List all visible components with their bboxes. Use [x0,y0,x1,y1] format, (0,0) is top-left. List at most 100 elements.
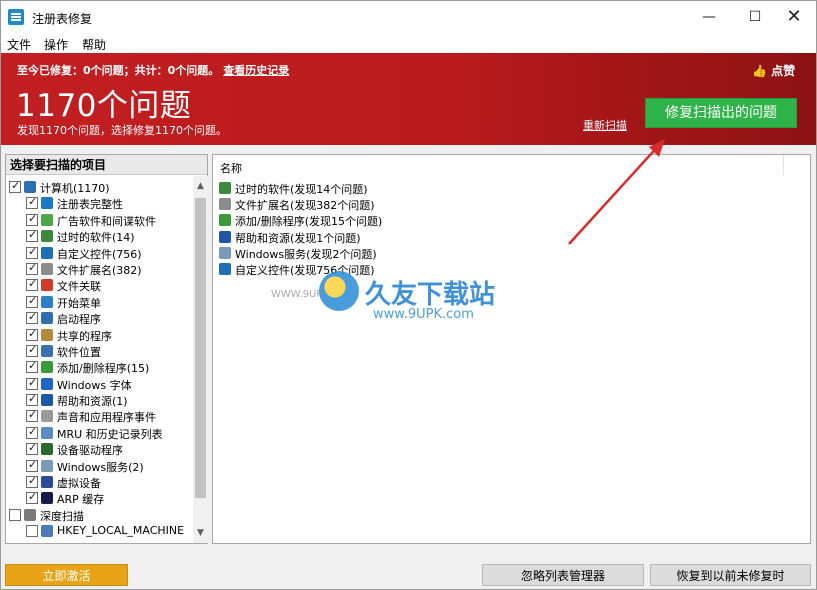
driver-icon [41,443,53,456]
watermark: WWW.9UPK.COM 久友下载站 www.9UPK.com [271,269,501,339]
tree-item[interactable]: 过时的软件(14) [6,228,192,244]
tree-item[interactable]: 设备驱动程序 [6,441,192,457]
watermark-logo-icon [319,271,359,311]
tree-item[interactable]: 帮助和资源(1) [6,392,192,408]
issue-subline: 发现1170个问题，选择修复1170个问题。 [17,124,227,137]
tree-item[interactable]: HKEY_LOCAL_MACHINE [6,523,192,539]
tree-item-label: 设备驱动程序 [57,444,123,458]
tree-item[interactable]: 文件扩展名(382) [6,261,192,277]
tree-item-label: MRU 和历史记录列表 [57,427,163,441]
tree-item[interactable]: 计算机(1170) [6,179,192,195]
scrollbar-thumb[interactable] [195,198,206,498]
tree-item-checkbox[interactable] [26,408,38,423]
menu-action[interactable]: 操作 [44,36,68,53]
network-icon [41,492,53,505]
result-label: 帮助和资源(发现1个问题) [235,231,361,245]
tree-item[interactable]: ARP 缓存 [6,490,192,506]
close-button[interactable]: ✕ [771,1,817,33]
result-label: Windows服务(发现2个问题) [235,247,377,261]
magnifier-icon [24,508,36,521]
folder-icon [41,344,53,357]
tree-item-label: 自定义控件(756) [57,247,142,261]
tree-item-label: 软件位置 [57,345,101,359]
tree-item-checkbox[interactable] [26,245,38,259]
tree-item-checkbox[interactable] [26,425,38,439]
tree-item-checkbox[interactable] [26,458,38,472]
tree-item-checkbox[interactable] [26,228,38,243]
name-column-header[interactable]: 名称 [220,160,242,176]
file-assoc-icon [41,279,53,292]
ignore-list-manager-button[interactable]: 忽略列表管理器 [482,564,644,586]
recycle-icon [41,361,53,374]
tree-item-checkbox[interactable] [26,261,38,275]
computer-icon [24,181,36,193]
tree-item[interactable]: 虚拟设备 [6,474,192,490]
tree-item[interactable]: 声音和应用程序事件 [6,408,192,424]
menu-help[interactable]: 帮助 [82,36,106,53]
activate-button[interactable]: 立即激活 [5,564,128,586]
repair-summary: 至今已修复：0个问题；共计：0个问题。 查看历史记录 [17,62,289,78]
scroll-up-arrow-icon[interactable]: ▲ [193,178,208,194]
history-icon [41,426,53,439]
like-button[interactable]: 👍 点赞 [752,62,795,79]
tree-item[interactable]: 开始菜单 [6,294,192,310]
tree-item[interactable]: Windows服务(2) [6,458,192,474]
tree-item-checkbox[interactable] [26,310,38,325]
tree-item-checkbox[interactable] [26,441,38,456]
registry-key-icon [41,525,53,538]
tree-item-checkbox[interactable] [9,179,21,193]
tree-item-label: Windows 字体 [57,378,132,392]
tree-item-checkbox[interactable] [26,327,38,341]
share-icon [41,328,53,341]
history-link[interactable]: 查看历史记录 [223,64,289,77]
tree-item-checkbox[interactable] [26,212,38,226]
tree-item-checkbox[interactable] [9,508,21,521]
tree-item[interactable]: 文件关联 [6,277,192,293]
scan-items-tree: 计算机(1170) 注册表完整性广告软件和间谍软件过时的软件(14) 自定义控件(7… [6,179,192,540]
tree-item-label: 启动程序 [57,313,101,327]
tree-item-checkbox[interactable] [26,525,38,538]
font-icon [41,377,53,390]
tree-item[interactable]: 广告软件和间谍软件 [6,212,192,228]
tree-item[interactable]: 启动程序 [6,310,192,326]
help-icon [41,394,53,407]
repair-summary-text: 至今已修复：0个问题；共计：0个问题。 [17,64,220,77]
results-panel: 名称 过时的软件(发现14个问题) 文件扩展名(发现382个问题) 添加/删除程序(… [212,154,811,544]
tree-item-checkbox[interactable] [26,277,38,292]
scan-items-panel: 选择要扫描的项目 计算机(1170) 注册表完整性广告软件和间谍软件过时的软件(1… [5,154,208,544]
tree-item-checkbox[interactable] [26,343,38,357]
tree-item[interactable]: 自定义控件(756) [6,245,192,261]
control-icon [219,262,231,275]
tree-item-checkbox[interactable] [26,474,38,489]
tree-item-label: 开始菜单 [57,296,101,310]
service-icon [219,246,231,259]
minimize-button[interactable]: — [686,1,732,33]
tree-item[interactable]: 注册表完整性 [6,195,192,211]
tree-item-checkbox[interactable] [26,359,38,374]
tree-item[interactable]: 共享的程序 [6,327,192,343]
tree-item[interactable]: Windows 字体 [6,376,192,392]
watermark-title: 久友下载站 [365,280,496,310]
restore-previous-button[interactable]: 恢复到以前未修复时 [650,564,811,586]
tree-item-checkbox[interactable] [26,195,38,210]
tree-scrollbar[interactable]: ▲ ▼ [193,176,208,543]
scan-summary-banner: 至今已修复：0个问题；共计：0个问题。 查看历史记录 1170个问题 发现1170… [1,53,816,145]
tree-item[interactable]: 软件位置 [6,343,192,359]
tree-item[interactable]: 添加/删除程序(15) [6,359,192,375]
tree-item-checkbox[interactable] [26,376,38,390]
tree-item-checkbox[interactable] [26,294,38,308]
column-divider [783,155,784,175]
tree-item[interactable]: MRU 和历史记录列表 [6,425,192,441]
shield-icon [41,213,53,226]
tree-item[interactable]: 深度扫描 [6,507,192,523]
tree-item-checkbox[interactable] [26,490,38,505]
menu-file[interactable]: 文件 [7,36,31,53]
recycle-icon [219,214,231,227]
tree-item-checkbox[interactable] [26,392,38,407]
issue-count: 1170个问题 [16,88,192,124]
tree-item-label: 过时的软件(14) [57,231,135,245]
scroll-down-arrow-icon[interactable]: ▼ [193,525,208,541]
fix-issues-button[interactable]: 修复扫描出的问题 [645,98,797,128]
app-registry-icon [8,9,24,25]
service-icon [41,459,53,472]
